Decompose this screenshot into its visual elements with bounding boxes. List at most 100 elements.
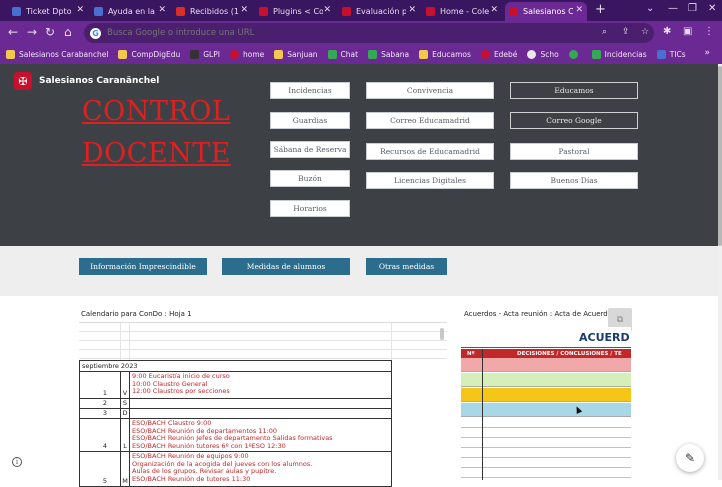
bookmark-item[interactable]: Chat: [327, 50, 359, 59]
recursos-educamadrid-button[interactable]: Recursos de Educamadrid: [366, 143, 494, 160]
minimize-icon[interactable]: —: [668, 3, 678, 14]
side-panel-icon[interactable]: ▣: [683, 26, 692, 37]
day-letter: V: [121, 372, 130, 398]
tab-favicon-icon: [94, 7, 103, 16]
menu-dots-icon[interactable]: ⋮: [704, 26, 714, 37]
horarios-button[interactable]: Horarios: [270, 200, 350, 217]
bookmark-item[interactable]: Sanjuan: [274, 50, 318, 59]
buenos-dias-button[interactable]: Buenos Días: [510, 172, 638, 189]
info-icon[interactable]: i: [12, 457, 22, 467]
folder-icon: [6, 50, 15, 59]
day-letter: D: [121, 409, 130, 418]
close-window-icon[interactable]: ✕: [708, 3, 716, 14]
site-logo[interactable]: ✠ Salesianos Caranänchel: [14, 72, 159, 90]
bookmark-label: Chat: [340, 50, 359, 59]
browser-tab[interactable]: Ticket Dpto ✕: [8, 2, 88, 21]
correo-educamadrid-button[interactable]: Correo Educamadrid: [366, 112, 494, 129]
bookmark-item[interactable]: Scho: [527, 50, 559, 59]
bookmark-label: CompDigEdu: [131, 50, 181, 59]
tab-search-icon[interactable]: ⌄: [646, 3, 654, 14]
tab-title: Ticket Dpto: [26, 7, 72, 16]
acta-panel-title: Acuerdos - Acta reunión : Acta de Acuerd…: [464, 310, 616, 318]
day-events: [130, 399, 391, 408]
acta-heading: ACUERD: [579, 331, 630, 344]
medidas-alumnos-button[interactable]: Medidas de alumnos: [222, 258, 350, 275]
bookmark-item[interactable]: home: [229, 50, 264, 59]
home-icon[interactable]: ⌂: [64, 25, 72, 39]
bookmark-item[interactable]: Salesianos Carabanchel: [6, 50, 108, 59]
google-icon: G: [90, 27, 101, 39]
reload-icon[interactable]: ↻: [45, 25, 55, 39]
informacion-imprescindible-button[interactable]: Información Imprescindible: [79, 258, 207, 275]
tab-title: Salesianos C: [523, 7, 573, 16]
sheet-scrollbar[interactable]: [440, 328, 444, 340]
extensions-icon[interactable]: ✱: [663, 26, 671, 37]
more-bookmarks-icon[interactable]: »: [704, 48, 710, 58]
close-tab-icon[interactable]: ✕: [575, 5, 583, 15]
acta-row: [461, 358, 631, 372]
forward-icon[interactable]: →: [27, 25, 37, 39]
page-scrollbar[interactable]: [718, 64, 722, 480]
address-bar[interactable]: G ⌕ ⇪ ☆: [84, 23, 654, 43]
browser-tab[interactable]: Ayuda en la ✕: [90, 2, 170, 21]
bookmark-item[interactable]: GLPI: [190, 50, 220, 59]
licencias-digitales-button[interactable]: Licencias Digitales: [366, 172, 494, 189]
bookmark-label: Salesianos Carabanchel: [19, 50, 109, 59]
close-tab-icon[interactable]: ✕: [158, 5, 166, 15]
day-number: 1: [80, 372, 121, 398]
acta-table-header: Nº DECISIONES / CONCLUSIONES / TE: [461, 349, 631, 358]
incidencias-button[interactable]: Incidencias: [270, 82, 350, 99]
day-letter: L: [121, 419, 130, 451]
bookmark-item[interactable]: [568, 50, 582, 59]
day-number: 2: [80, 399, 121, 408]
browser-tab-active[interactable]: Salesianos C ✕: [505, 2, 587, 21]
bookmark-item[interactable]: TICs: [656, 50, 686, 59]
bookmark-star-icon[interactable]: ☆: [641, 27, 649, 37]
guardias-button[interactable]: Guardias: [270, 112, 350, 129]
col-num: Nº: [467, 350, 475, 357]
zoom-search-icon[interactable]: ⌕: [602, 27, 607, 37]
sabana-reserva-button[interactable]: Sábana de Reserva: [270, 141, 350, 158]
bookmark-item[interactable]: Educamos: [419, 50, 471, 59]
close-tab-icon[interactable]: ✕: [76, 5, 84, 15]
close-tab-icon[interactable]: ✕: [240, 5, 248, 15]
page-title-line2: DOCENTE: [82, 138, 231, 169]
browser-tab[interactable]: Evaluación p ✕: [338, 2, 420, 21]
pastoral-button[interactable]: Pastoral: [510, 143, 638, 160]
bookmarks-bar: Salesianos Carabanchel CompDigEdu GLPI h…: [0, 45, 722, 64]
quick-links-strip: Información Imprescindible Medidas de al…: [0, 246, 718, 296]
close-tab-icon[interactable]: ✕: [490, 5, 498, 15]
acta-embed[interactable]: Acuerdos - Acta reunión : Acta de Acuerd…: [461, 305, 633, 480]
bookmark-item[interactable]: CompDigEdu: [118, 50, 180, 59]
educamos-button[interactable]: Educamos: [510, 82, 638, 99]
close-tab-icon[interactable]: ✕: [323, 5, 331, 15]
otras-medidas-button[interactable]: Otras medidas: [366, 258, 447, 275]
bookmark-item[interactable]: Sabana: [368, 50, 409, 59]
close-tab-icon[interactable]: ✕: [408, 5, 416, 15]
new-tab-button[interactable]: +: [595, 2, 606, 17]
convivencia-button[interactable]: Convivencia: [366, 82, 494, 99]
day-number: 5: [80, 452, 121, 486]
day-events: ESO/BACH Claustro 9:00 ESO/BACH Reunión …: [130, 419, 391, 451]
calendar-month: septiembre 2023: [80, 361, 391, 372]
browser-tab[interactable]: Plugins < Co ✕: [255, 2, 335, 21]
buzon-button[interactable]: Buzón: [270, 170, 350, 187]
acta-row: [461, 373, 631, 387]
correo-google-button[interactable]: Correo Google: [510, 112, 638, 129]
share-icon[interactable]: ⇪: [622, 27, 630, 37]
browser-tab[interactable]: Recibidos (1 ✕: [172, 2, 252, 21]
day-number: 3: [80, 409, 121, 418]
acta-row: [461, 388, 631, 402]
hero-section: ✠ Salesianos Caranänchel CONTROL DOCENTE…: [0, 64, 718, 246]
browser-tab[interactable]: Home - Cole ✕: [422, 2, 502, 21]
bookmark-item[interactable]: Edebé: [480, 50, 517, 59]
bookmark-label: GLPI: [203, 50, 220, 59]
tab-favicon-icon: [426, 7, 435, 16]
edit-pencil-button[interactable]: ✎: [676, 444, 704, 472]
scrollbar-thumb[interactable]: [718, 66, 722, 246]
address-input[interactable]: [107, 28, 567, 38]
acta-divider: [461, 347, 631, 348]
bookmark-item[interactable]: Incidencias: [591, 50, 647, 59]
back-icon[interactable]: ←: [8, 25, 18, 39]
maximize-icon[interactable]: ❐: [688, 3, 697, 14]
